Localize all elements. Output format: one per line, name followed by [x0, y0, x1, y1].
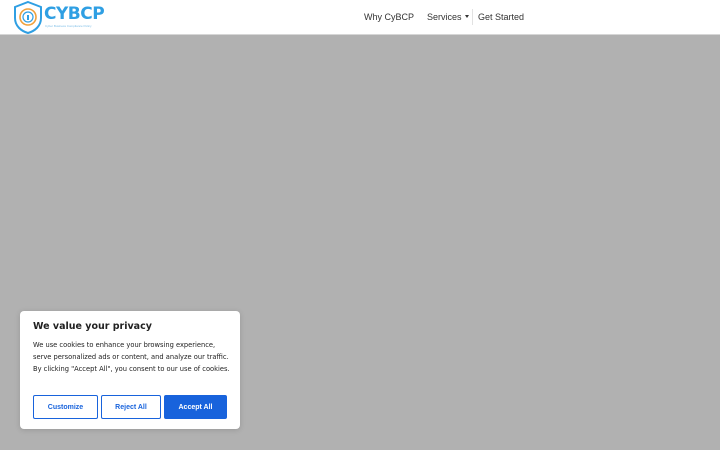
cookie-consent-banner: We value your privacy We use cookies to …: [20, 311, 240, 429]
customize-button[interactable]: Customize: [33, 395, 98, 419]
nav-divider: [472, 9, 473, 25]
shield-lock-icon: [14, 1, 42, 34]
caret-down-icon: [464, 15, 469, 18]
nav-get-started[interactable]: Get Started: [478, 11, 524, 23]
accept-all-button[interactable]: Accept All: [164, 395, 227, 419]
nav-why-cybcp[interactable]: Why CyBCP: [364, 11, 414, 23]
brand-name: CYBCP: [44, 4, 105, 24]
nav-services-label: Services: [427, 12, 462, 22]
reject-all-button[interactable]: Reject All: [101, 395, 161, 419]
brand-logo[interactable]: CYBCP Cyber Business Compliance Policy: [13, 1, 105, 34]
cookie-description: We use cookies to enhance your browsing …: [33, 341, 230, 373]
nav-services[interactable]: Services: [427, 11, 469, 23]
site-header: CYBCP Cyber Business Compliance Policy W…: [0, 0, 720, 35]
cookie-title: We value your privacy: [33, 321, 152, 332]
brand-tagline: Cyber Business Compliance Policy: [45, 25, 92, 28]
